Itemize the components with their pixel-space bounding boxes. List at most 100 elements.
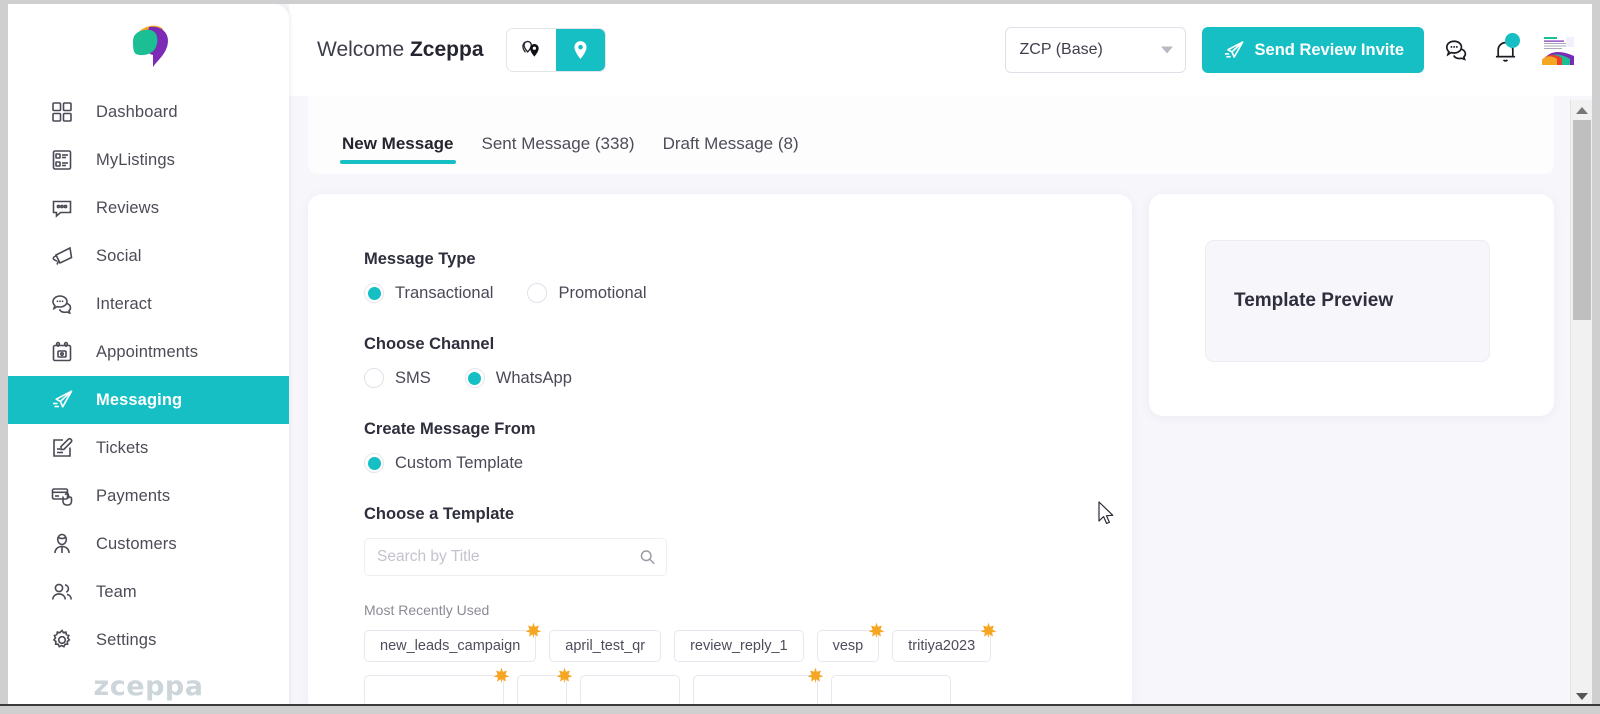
top-header: Welcome Zceppa ZCP (Base) Send Review In… [289,4,1592,96]
star-icon [868,622,885,639]
template-chip-area: new_leads_campaign april_test_qr review_… [354,622,1132,706]
tab-new-message[interactable]: New Message [328,134,468,174]
brand-logo[interactable] [8,4,289,78]
radio-indicator [364,368,384,388]
sidebar-item-settings[interactable]: Settings [8,616,289,664]
calendar-icon [50,340,74,364]
star-icon [556,667,573,684]
tab-label: Draft Message (8) [662,134,799,153]
tab-label: Sent Message (338) [481,134,635,153]
sidebar-item-reviews[interactable]: Reviews [8,184,289,232]
tab-sent-message[interactable]: Sent Message (338) [468,134,649,174]
template-chip[interactable]: new_leads_campaign [364,622,542,662]
message-type-label: Message Type [364,250,476,268]
review-chat-icon [50,196,74,220]
template-chips: new_leads_campaign april_test_qr review_… [364,622,1124,706]
star-icon [807,667,824,684]
location-select-value: ZCP (Base) [1019,41,1103,58]
radio-indicator [527,283,548,303]
radio-promotional[interactable]: Promotional [527,283,646,303]
most-recently-used-label: Most Recently Used [364,602,490,618]
bottom-bar [0,704,1600,714]
send-review-invite-button[interactable]: Send Review Invite [1201,27,1424,73]
new-message-form: Message Type Transactional Promotional C… [308,194,1132,706]
scroll-down-button[interactable] [1571,686,1592,706]
message-type-radio-group: Transactional Promotional [364,283,1132,303]
sidebar-item-interact[interactable]: Interact [8,280,289,328]
multi-location-button[interactable] [506,29,556,71]
create-from-radio-group: Custom Template [364,453,1132,473]
sidebar-item-label: Tickets [96,438,149,457]
vertical-scrollbar[interactable] [1570,100,1592,706]
template-chip[interactable]: vesp [816,622,885,662]
sidebar-item-label: Dashboard [96,102,178,121]
radio-custom-template[interactable]: Custom Template [364,453,523,473]
zceppa-leaf-logo-icon [132,25,168,67]
template-chip[interactable] [693,667,824,706]
template-chip[interactable] [517,667,573,706]
gear-icon [50,628,74,652]
template-chip-label: vesp [832,638,864,654]
window-frame: Dashboard MyListings Reviews Social Inte… [8,4,1592,706]
choose-a-template-label: Choose a Template [364,505,515,523]
sidebar-item-label: Payments [96,486,171,505]
tab-label: New Message [342,134,454,153]
sidebar-item-label: Messaging [96,390,183,409]
pin-icon [573,40,587,59]
radio-indicator [464,368,485,388]
sidebar-item-label: Customers [96,534,177,553]
sidebar-item-mylistings[interactable]: MyListings [8,136,289,184]
search-icon[interactable] [639,549,656,566]
template-chip[interactable]: april_test_qr [549,630,662,662]
sidebar-item-label: Appointments [96,342,199,361]
brand-wordmark: zceppa [93,671,204,702]
sidebar-footer-logo: zceppa [8,671,289,702]
radio-transactional[interactable]: Transactional [364,283,493,303]
chat-button[interactable] [1442,34,1472,66]
sidebar-item-dashboard[interactable]: Dashboard [8,88,289,136]
header-actions: ZCP (Base) Send Review Invite [1004,27,1576,73]
tab-draft-message[interactable]: Draft Message (8) [649,134,813,174]
chat-bubbles-icon [50,292,74,316]
sidebar-nav: Dashboard MyListings Reviews Social Inte… [8,88,289,664]
sidebar-item-team[interactable]: Team [8,568,289,616]
scrollbar-thumb[interactable] [1573,120,1591,320]
search-input[interactable] [364,538,667,576]
template-chip[interactable]: review_reply_1 [674,630,804,662]
sidebar-item-messaging[interactable]: Messaging [8,376,289,424]
create-message-from-label: Create Message From [364,420,536,438]
location-view-toggle [505,28,606,72]
radio-label: Promotional [558,283,647,302]
sidebar-item-appointments[interactable]: Appointments [8,328,289,376]
user-avatar-icon [1542,35,1574,65]
tabs-card: New Message Sent Message (338) Draft Mes… [308,96,1554,174]
template-chip[interactable] [831,675,951,706]
template-chip[interactable] [364,667,510,706]
template-chip-label: tritiya2023 [908,638,976,654]
app-root: Dashboard MyListings Reviews Social Inte… [0,0,1600,714]
single-location-button[interactable] [555,29,605,71]
template-chip[interactable] [580,675,680,706]
notification-badge [1505,33,1520,48]
notifications-button[interactable] [1490,33,1520,66]
star-icon [525,622,542,639]
sidebar-item-social[interactable]: Social [8,232,289,280]
radio-label: SMS [395,368,431,387]
radio-label: WhatsApp [495,368,572,387]
template-chip-label: review_reply_1 [690,638,788,654]
chevron-down-icon [1160,46,1173,54]
scroll-up-button[interactable] [1571,100,1592,120]
radio-sms[interactable]: SMS [364,368,431,388]
sidebar-item-customers[interactable]: Customers [8,520,289,568]
template-preview-title: Template Preview [1234,290,1394,311]
avatar[interactable] [1540,34,1576,66]
megaphone-icon [50,244,74,268]
sidebar-item-label: MyListings [96,150,175,169]
template-chip[interactable]: tritiya2023 [892,622,997,662]
list-card-icon [50,148,74,172]
sidebar-item-payments[interactable]: Payments [8,472,289,520]
location-select[interactable]: ZCP (Base) [1004,27,1186,73]
radio-whatsapp[interactable]: WhatsApp [464,368,572,388]
sidebar-item-tickets[interactable]: Tickets [8,424,289,472]
chevron-down-icon [1576,692,1588,700]
